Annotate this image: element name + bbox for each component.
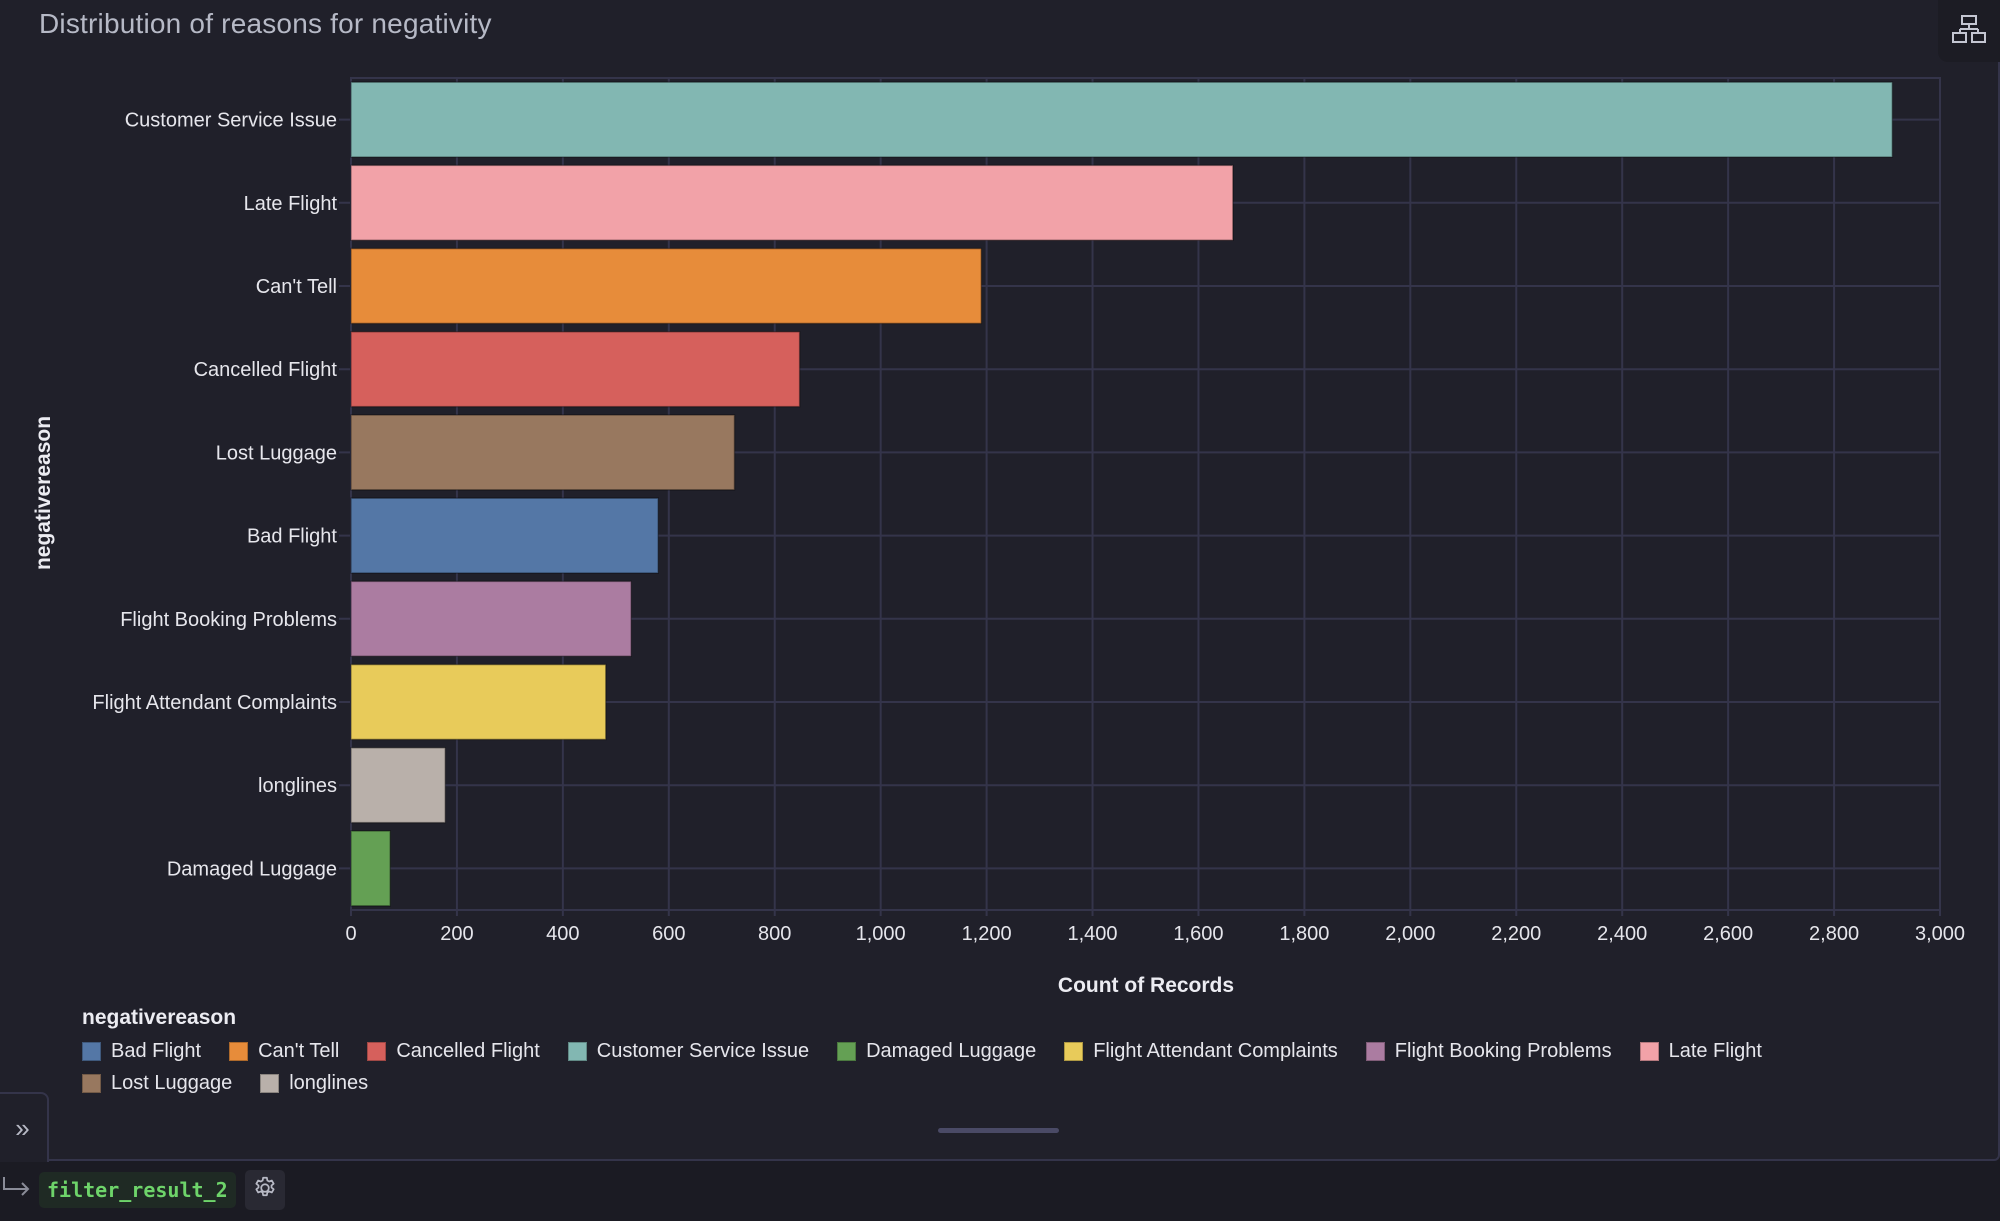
legend-item[interactable]: Customer Service Issue: [567, 1039, 810, 1062]
legend-swatch: [260, 1073, 280, 1093]
bar-customer-service-issue[interactable]: [350, 81, 1894, 158]
legend-label: Damaged Luggage: [866, 1039, 1037, 1062]
y-tick-label: Damaged Luggage: [167, 858, 337, 880]
bar-lost-luggage[interactable]: [350, 414, 736, 491]
bar-flight-booking-problems[interactable]: [350, 580, 632, 657]
legend-swatch: [837, 1041, 857, 1061]
legend-swatch: [567, 1041, 587, 1061]
legend: negativereason Bad Flight Can't Tell Cance…: [82, 1006, 1882, 1094]
legend-swatch: [1639, 1041, 1659, 1061]
bar-damaged-luggage[interactable]: [350, 830, 391, 907]
x-tick-label: 1,200: [962, 923, 1012, 945]
gear-icon: [252, 1175, 278, 1206]
y-tick-label: Late Flight: [244, 193, 338, 215]
bars: [350, 81, 1894, 907]
bar-longlines[interactable]: [350, 747, 447, 824]
result-variable-chip[interactable]: filter_result_2: [39, 1172, 236, 1208]
legend-swatch: [1064, 1041, 1084, 1061]
legend-swatch: [367, 1041, 387, 1061]
x-tick-label: 1,400: [1068, 923, 1118, 945]
x-tick-labels: 0 200 400 600 800 1,000 1,200 1,400 1,600 1,800 2,…: [345, 923, 1965, 945]
expand-sidebar-button[interactable]: »: [0, 1092, 49, 1162]
x-tick-label: 2,000: [1385, 923, 1435, 945]
legend-label: Flight Booking Problems: [1394, 1039, 1612, 1062]
y-tick-label: Lost Luggage: [216, 442, 337, 464]
bar-chart: Customer Service Issue Late Flight Can't T…: [32, 77, 1965, 997]
x-tick-label: 3,000: [1915, 923, 1965, 945]
legend-item[interactable]: Cancelled Flight: [367, 1039, 540, 1062]
y-tick-label: Cancelled Flight: [194, 359, 338, 381]
legend-swatch: [82, 1041, 101, 1061]
legend-label: Bad Flight: [111, 1039, 202, 1062]
legend-swatch: [1365, 1041, 1385, 1061]
legend-title: negativereason: [82, 1006, 237, 1029]
bar-bad-flight[interactable]: [350, 497, 659, 574]
legend-label: Flight Attendant Complaints: [1093, 1039, 1338, 1062]
x-axis-title: Count of Records: [1058, 974, 1234, 997]
y-tick-label: longlines: [258, 775, 337, 797]
legend-item[interactable]: Flight Booking Problems: [1365, 1039, 1612, 1062]
x-tick-label: 400: [546, 923, 579, 945]
y-tick-labels: Customer Service Issue Late Flight Can't T…: [92, 110, 337, 881]
bar-late-flight[interactable]: [350, 164, 1234, 241]
x-tick-label: 1,000: [856, 923, 906, 945]
x-tick-label: 600: [652, 923, 685, 945]
legend-item[interactable]: Lost Luggage: [82, 1072, 232, 1094]
x-tick-label: 2,600: [1703, 923, 1753, 945]
legend-item[interactable]: Late Flight: [1639, 1039, 1762, 1062]
y-tick-label: Customer Service Issue: [125, 110, 337, 132]
x-tick-label: 2,800: [1809, 923, 1859, 945]
x-tick-label: 0: [345, 923, 356, 945]
legend-label: Late Flight: [1668, 1039, 1762, 1062]
y-axis-title: negativereason: [32, 416, 55, 570]
y-tick-label: Can't Tell: [256, 276, 337, 298]
legend-label: Customer Service Issue: [596, 1039, 810, 1062]
output-footer: filter_result_2: [0, 1170, 285, 1210]
legend-item[interactable]: Flight Attendant Complaints: [1064, 1040, 1338, 1062]
x-tick-label: 2,400: [1597, 923, 1647, 945]
bar-can-t-tell[interactable]: [350, 247, 983, 325]
legend-swatch: [82, 1073, 101, 1093]
x-tick-label: 2,200: [1491, 923, 1541, 945]
y-tick-label: Flight Attendant Complaints: [92, 692, 337, 714]
legend-item[interactable]: Can't Tell: [229, 1040, 339, 1062]
y-tick-label: Bad Flight: [247, 526, 337, 548]
x-tick-label: 1,800: [1279, 923, 1329, 945]
bar-flight-attendant-complaints[interactable]: [350, 663, 607, 741]
resize-handle[interactable]: [938, 1128, 1059, 1133]
legend-item[interactable]: longlines: [260, 1072, 368, 1094]
legend-label: Cancelled Flight: [396, 1039, 540, 1062]
legend-label: Lost Luggage: [111, 1071, 233, 1094]
bar-cancelled-flight[interactable]: [350, 331, 801, 408]
settings-button[interactable]: [244, 1170, 285, 1210]
legend-item[interactable]: Bad Flight: [82, 1040, 201, 1062]
legend-label: longlines: [289, 1071, 369, 1094]
legend-swatch: [229, 1041, 249, 1061]
y-tick-label: Flight Booking Problems: [120, 609, 337, 631]
legend-label: Can't Tell: [258, 1039, 340, 1062]
legend-item[interactable]: Damaged Luggage: [837, 1040, 1036, 1062]
legend-items: Bad Flight Can't Tell Cancelled Flight Cust…: [82, 1040, 1842, 1094]
return-arrow-icon: [2, 1175, 36, 1206]
x-tick-label: 800: [758, 923, 791, 945]
x-tick-label: 1,600: [1173, 923, 1223, 945]
x-tick-label: 200: [440, 923, 473, 945]
double-chevron-right-icon: »: [15, 1112, 30, 1143]
